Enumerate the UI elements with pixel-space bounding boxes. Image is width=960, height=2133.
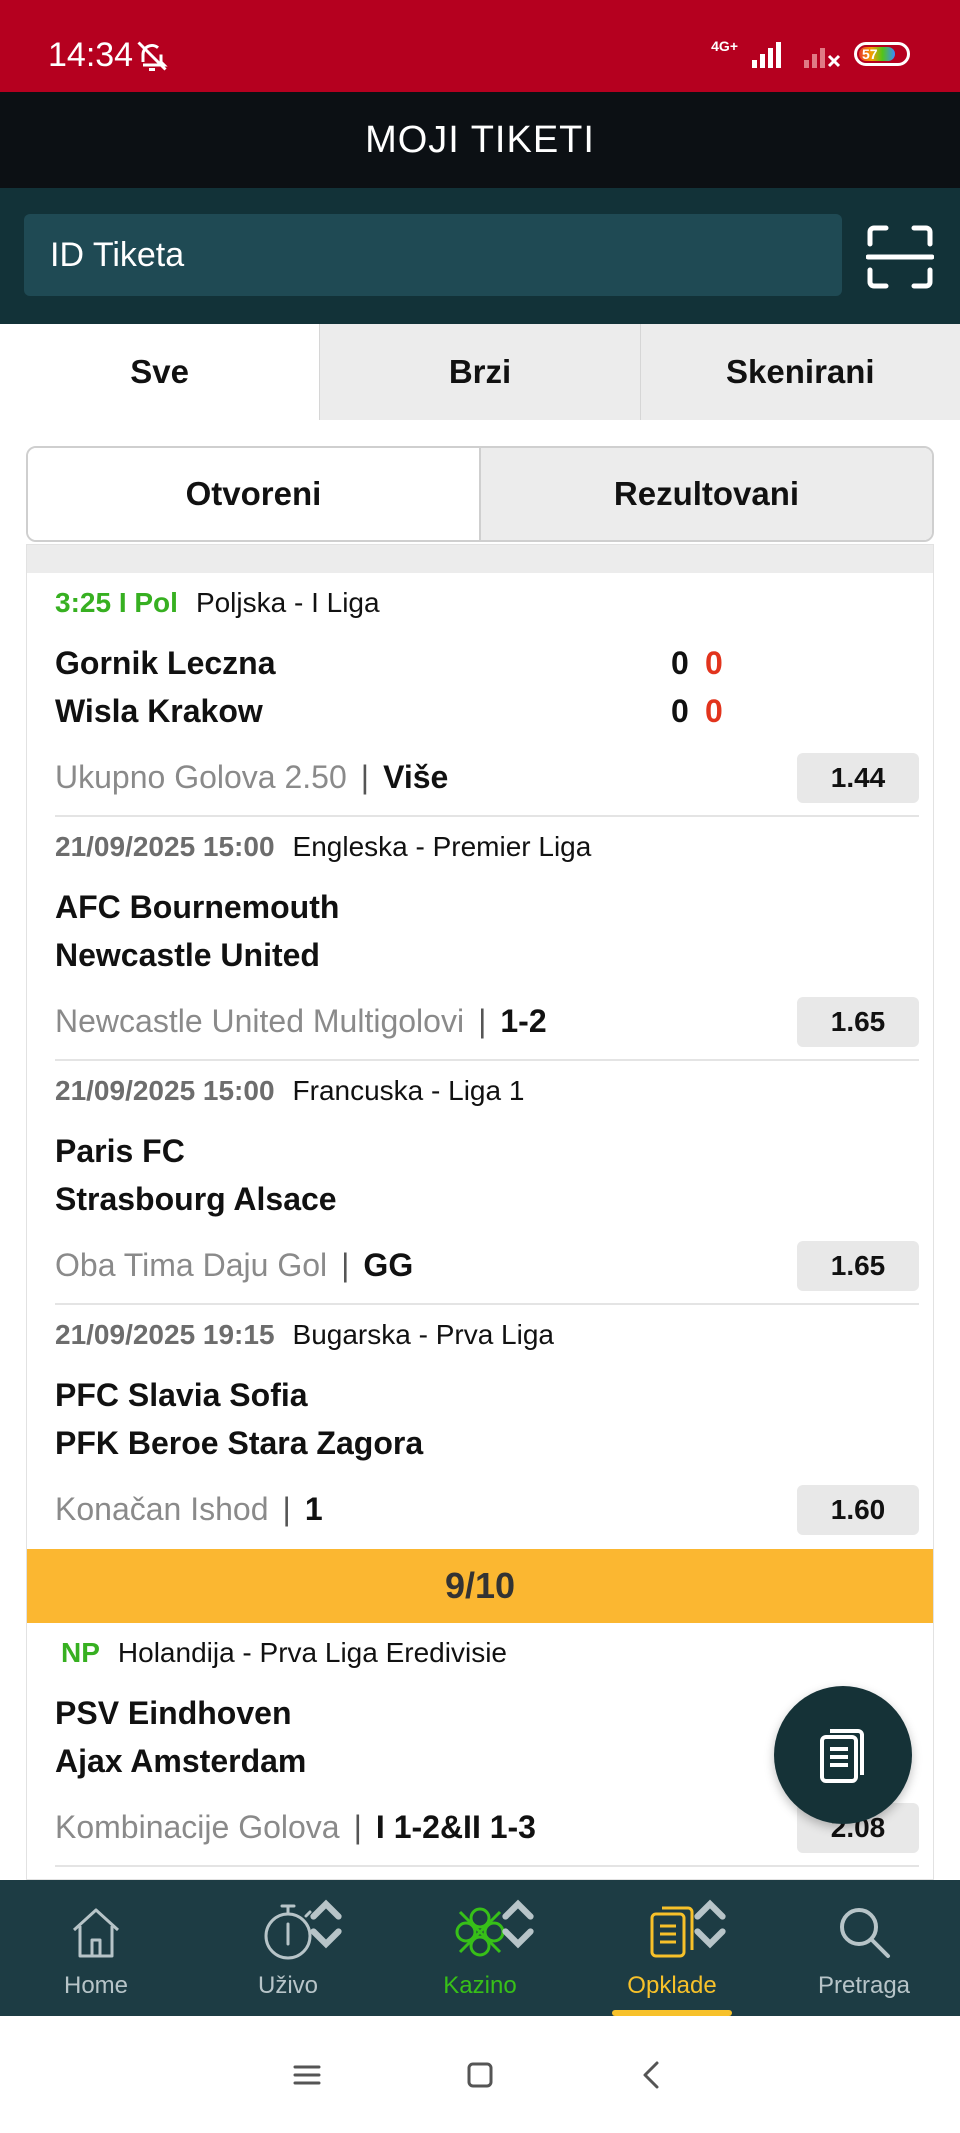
match-row: 3:25 I Pol Poljska - I Liga Gornik Leczn…: [55, 573, 919, 817]
match-row: 21/09/2025 15:00 Engleska - Premier Liga…: [55, 817, 919, 1061]
ticket-progress-band: 9/10: [27, 1549, 933, 1623]
nav-uzivo-label: Uživo: [257, 1972, 318, 1999]
bell-muted-icon: [137, 41, 168, 71]
battery-level: 57: [859, 47, 895, 61]
tab-brzi[interactable]: Brzi: [319, 324, 639, 420]
segment-rezultovani[interactable]: Rezultovani: [479, 448, 932, 540]
bet-market: Newcastle United Multigolovi: [55, 1003, 465, 1039]
page-header: MOJI TIKETI: [0, 92, 960, 188]
match-time: 21/09/2025 15:00: [55, 831, 275, 862]
signal-icon: [752, 42, 781, 68]
scan-icon[interactable]: [866, 224, 934, 290]
home-square-icon[interactable]: [460, 2055, 500, 2095]
home-team: PSV Eindhoven: [55, 1695, 292, 1731]
bet-separator: |: [353, 1809, 362, 1845]
away-team: PFK Beroe Stara Zagora: [55, 1425, 424, 1461]
away-team: Newcastle United: [55, 937, 320, 973]
ticket-id-input[interactable]: ID Tiketa: [24, 214, 842, 296]
page-title: MOJI TIKETI: [365, 118, 595, 161]
match-status: NP: [61, 1637, 100, 1668]
battery-icon: 57: [854, 42, 910, 66]
ticket-fab-button[interactable]: [774, 1686, 912, 1824]
home-team: Paris FC: [55, 1133, 185, 1169]
system-navigation-bar: [0, 2016, 960, 2133]
bet-separator: |: [478, 1003, 487, 1039]
match-row: 21/09/2025 15:00 Francuska - Liga 1 Pari…: [55, 1061, 919, 1305]
home-team: AFC Bournemouth: [55, 889, 340, 925]
match-time: 21/09/2025 19:15: [55, 1319, 275, 1350]
away-live-score: 0: [705, 693, 723, 729]
chevron-updown-icon: [310, 1899, 342, 1949]
bottom-navigation: Home Uživo Kazino Opklade Pretraga: [0, 1880, 960, 2016]
signal-off-icon: [804, 48, 841, 68]
match-league: Holandija - Prva Liga Eredivisie: [117, 1637, 507, 1668]
ticket-top-strip: [27, 545, 933, 573]
bet-pick: I 1-2&II 1-3: [375, 1809, 536, 1845]
status-segmented-control: Otvoreni Rezultovani: [26, 446, 934, 542]
nav-opklade[interactable]: Opklade: [576, 1880, 768, 2016]
odd-badge: 1.60: [797, 1485, 919, 1535]
document-icon: [820, 1729, 864, 1783]
bet-separator: |: [282, 1491, 291, 1527]
tab-skenirani[interactable]: Skenirani: [639, 324, 960, 420]
match-live-time: 3:25 I Pol: [55, 587, 178, 618]
segment-otvoreni[interactable]: Otvoreni: [28, 448, 479, 540]
tab-sve[interactable]: Sve: [0, 324, 320, 420]
search-icon: [840, 1908, 890, 1958]
match-row: 21/09/2025 19:15 Bugarska - Prva Liga PF…: [55, 1305, 919, 1549]
away-team: Strasbourg Alsace: [55, 1181, 337, 1217]
status-time: 14:34: [48, 36, 134, 74]
nav-kazino[interactable]: Kazino: [384, 1880, 576, 2016]
match-time: 21/09/2025 15:00: [55, 1075, 275, 1106]
chevron-updown-icon: [502, 1899, 534, 1949]
nav-home[interactable]: Home: [0, 1880, 192, 2016]
nav-uzivo[interactable]: Uživo: [192, 1880, 384, 2016]
bet-separator: |: [360, 759, 370, 795]
chevron-updown-icon: [694, 1899, 726, 1949]
bet-market: Oba Tima Daju Gol: [55, 1247, 328, 1283]
bet-pick: GG: [363, 1247, 414, 1283]
match-league: Francuska - Liga 1: [292, 1075, 525, 1106]
menu-icon[interactable]: [287, 2055, 327, 2095]
match-league: Engleska - Premier Liga: [292, 831, 592, 862]
home-score: 0: [671, 645, 689, 681]
odd-badge: 1.65: [797, 997, 919, 1047]
odd-badge: 1.44: [797, 753, 919, 803]
bet-separator: |: [341, 1247, 350, 1283]
bet-pick: 1-2: [500, 1003, 547, 1039]
bet-pick: Više: [383, 759, 449, 795]
status-indicators: 4G+ 57: [711, 38, 910, 68]
away-team: Wisla Krakow: [55, 693, 263, 729]
nav-opklade-label: Opklade: [627, 1972, 717, 1999]
ticket-card[interactable]: 3:25 I Pol Poljska - I Liga Gornik Leczn…: [26, 544, 934, 1880]
nav-home-label: Home: [63, 1972, 129, 1999]
bet-market: Ukupno Golova 2.50: [55, 759, 347, 795]
match-league: Bugarska - Prva Liga: [292, 1319, 554, 1350]
ticket-id-placeholder: ID Tiketa: [50, 235, 185, 274]
nav-kazino-label: Kazino: [443, 1972, 517, 1999]
ticket-type-tabs: Sve Brzi Skenirani: [0, 324, 960, 420]
match-league: Poljska - I Liga: [195, 587, 380, 618]
home-team: PFC Slavia Sofia: [55, 1377, 308, 1413]
bet-market: Kombinacije Golova: [55, 1809, 340, 1845]
network-label: 4G+: [711, 38, 738, 54]
nav-pretraga-label: Pretraga: [817, 1972, 911, 1999]
bet-market: Konačan Ishod: [55, 1491, 269, 1527]
home-icon: [72, 1908, 120, 1958]
away-score: 0: [671, 693, 689, 729]
odd-badge: 1.65: [797, 1241, 919, 1291]
status-bar: 14:34 4G+ 57: [0, 0, 960, 92]
back-icon[interactable]: [633, 2055, 673, 2095]
ticket-progress: 9/10: [444, 1565, 516, 1606]
away-team: Ajax Amsterdam: [55, 1743, 307, 1779]
ticket-search-area: ID Tiketa: [0, 188, 960, 324]
nav-pretraga[interactable]: Pretraga: [768, 1880, 960, 2016]
home-live-score: 0: [705, 645, 723, 681]
home-team: Gornik Leczna: [55, 645, 276, 681]
bet-pick: 1: [304, 1491, 323, 1527]
